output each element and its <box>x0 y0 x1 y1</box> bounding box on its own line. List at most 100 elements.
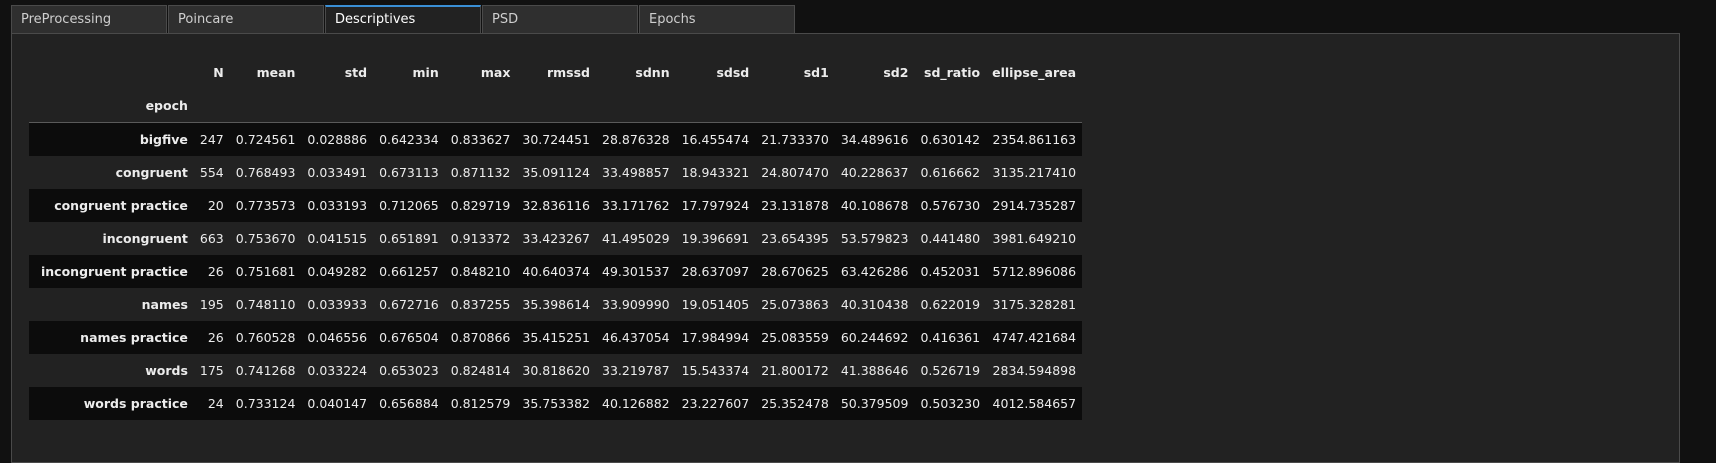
table-cell: 33.171762 <box>602 198 670 213</box>
table-cell: 15.543374 <box>681 363 750 378</box>
table-cell: 0.616662 <box>920 165 981 180</box>
table-cell: 0.630142 <box>920 132 981 147</box>
table-cell: 0.503230 <box>920 396 981 411</box>
table-row: names practice 26 0.760528 0.046556 0.676504… <box>29 321 1083 354</box>
row-index-label: names <box>141 297 188 312</box>
tab-epochs[interactable]: Epochs <box>639 5 795 33</box>
table-cell: 0.651891 <box>379 231 439 246</box>
table-cell: 24 <box>207 396 224 411</box>
row-index-label: words <box>145 363 188 378</box>
table-cell: 0.656884 <box>379 396 439 411</box>
table-cell: 16.455474 <box>681 132 750 147</box>
column-header-sd-ratio: sd_ratio <box>924 65 981 80</box>
table-cell: 4012.584657 <box>992 396 1077 411</box>
table-cell: 0.049282 <box>307 264 368 279</box>
table-cell: 0.824814 <box>450 363 511 378</box>
table-cell: 0.622019 <box>920 297 981 312</box>
table-cell: 40.640374 <box>522 264 590 279</box>
table-cell: 4747.421684 <box>992 330 1077 345</box>
table-cell: 0.676504 <box>379 330 439 345</box>
table-row: incongruent 663 0.753670 0.041515 0.651891 0.… <box>29 222 1083 255</box>
table-cell: 63.426286 <box>840 264 909 279</box>
column-header-n: N <box>213 65 224 80</box>
table-cell: 23.227607 <box>681 396 750 411</box>
table-cell: 195 <box>199 297 224 312</box>
table-cell: 0.871132 <box>450 165 511 180</box>
tab-psd[interactable]: PSD <box>482 5 638 33</box>
table-row: words practice 24 0.733124 0.040147 0.656884… <box>29 387 1083 420</box>
table-cell: 0.028886 <box>307 132 368 147</box>
table-row: words 175 0.741268 0.033224 0.653023 0.824814… <box>29 354 1083 387</box>
table-cell: 0.733124 <box>235 396 296 411</box>
row-index-label: congruent practice <box>54 198 188 213</box>
table-cell: 28.876328 <box>602 132 670 147</box>
table-cell: 0.672716 <box>379 297 439 312</box>
table-cell: 0.724561 <box>235 132 296 147</box>
table-cell: 30.724451 <box>522 132 590 147</box>
index-header-row: epoch <box>29 89 1083 123</box>
table-cell: 35.091124 <box>522 165 590 180</box>
table-cell: 0.768493 <box>235 165 296 180</box>
table-cell: 33.498857 <box>602 165 670 180</box>
table-cell: 40.108678 <box>840 198 909 213</box>
table-cell: 175 <box>199 363 224 378</box>
column-header-sdsd: sdsd <box>716 65 750 80</box>
table-cell: 0.441480 <box>920 231 981 246</box>
table-cell: 3175.328281 <box>992 297 1077 312</box>
row-index-label: words practice <box>83 396 188 411</box>
table-cell: 0.653023 <box>379 363 439 378</box>
row-index-label: incongruent practice <box>41 264 188 279</box>
table-cell: 41.388646 <box>840 363 909 378</box>
table-cell: 0.760528 <box>235 330 296 345</box>
table-cell: 34.489616 <box>840 132 909 147</box>
table-cell: 26 <box>207 330 224 345</box>
column-header-max: max <box>480 65 511 80</box>
column-header-sdnn: sdnn <box>635 65 670 80</box>
column-header-rmssd: rmssd <box>546 65 590 80</box>
table-cell: 0.712065 <box>379 198 439 213</box>
table-cell: 0.829719 <box>450 198 511 213</box>
table-cell: 0.033933 <box>307 297 368 312</box>
table-cell: 0.673113 <box>379 165 439 180</box>
table-row: bigfive 247 0.724561 0.028886 0.642334 0.8336… <box>29 122 1083 156</box>
table-cell: 0.576730 <box>920 198 981 213</box>
table-cell: 18.943321 <box>681 165 750 180</box>
table-cell: 0.642334 <box>379 132 439 147</box>
table-cell: 21.800172 <box>761 363 829 378</box>
column-header-ellipse-area: ellipse_area <box>992 65 1077 80</box>
table-cell: 19.396691 <box>681 231 750 246</box>
tab-preprocessing[interactable]: PreProcessing <box>11 5 167 33</box>
tab-descriptives[interactable]: Descriptives <box>325 5 481 33</box>
table-cell: 23.654395 <box>761 231 829 246</box>
table-row: names 195 0.748110 0.033933 0.672716 0.837255… <box>29 288 1083 321</box>
table-cell: 0.833627 <box>450 132 511 147</box>
row-index-label: incongruent <box>102 231 188 246</box>
table-cell: 24.807470 <box>761 165 829 180</box>
table-cell: 5712.896086 <box>992 264 1077 279</box>
table-cell: 46.437054 <box>602 330 670 345</box>
table-cell: 40.310438 <box>840 297 909 312</box>
column-header-sd2: sd2 <box>883 65 909 80</box>
table-cell: 0.033224 <box>307 363 368 378</box>
table-cell: 26 <box>207 264 224 279</box>
table-cell: 25.083559 <box>761 330 829 345</box>
descriptives-panel: N mean std min max rmssd sdnn sdsd sd1 s… <box>11 33 1680 463</box>
table-cell: 2914.735287 <box>992 198 1077 213</box>
tab-poincare[interactable]: Poincare <box>168 5 324 33</box>
table-cell: 60.244692 <box>840 330 909 345</box>
table-cell: 0.041515 <box>307 231 368 246</box>
descriptives-table: N mean std min max rmssd sdnn sdsd sd1 s… <box>29 56 1083 420</box>
table-cell: 32.836116 <box>522 198 590 213</box>
column-header-sd1: sd1 <box>803 65 829 80</box>
table-cell: 0.913372 <box>450 231 511 246</box>
table-cell: 33.909990 <box>602 297 670 312</box>
table-cell: 0.870866 <box>450 330 511 345</box>
table-cell: 50.379509 <box>840 396 909 411</box>
table-cell: 23.131878 <box>761 198 829 213</box>
column-header-mean: mean <box>256 65 296 80</box>
table-body: bigfive 247 0.724561 0.028886 0.642334 0.8336… <box>29 122 1083 420</box>
table-cell: 0.033193 <box>307 198 368 213</box>
table-cell: 17.984994 <box>681 330 750 345</box>
table-cell: 33.423267 <box>522 231 590 246</box>
table-cell: 247 <box>199 132 224 147</box>
